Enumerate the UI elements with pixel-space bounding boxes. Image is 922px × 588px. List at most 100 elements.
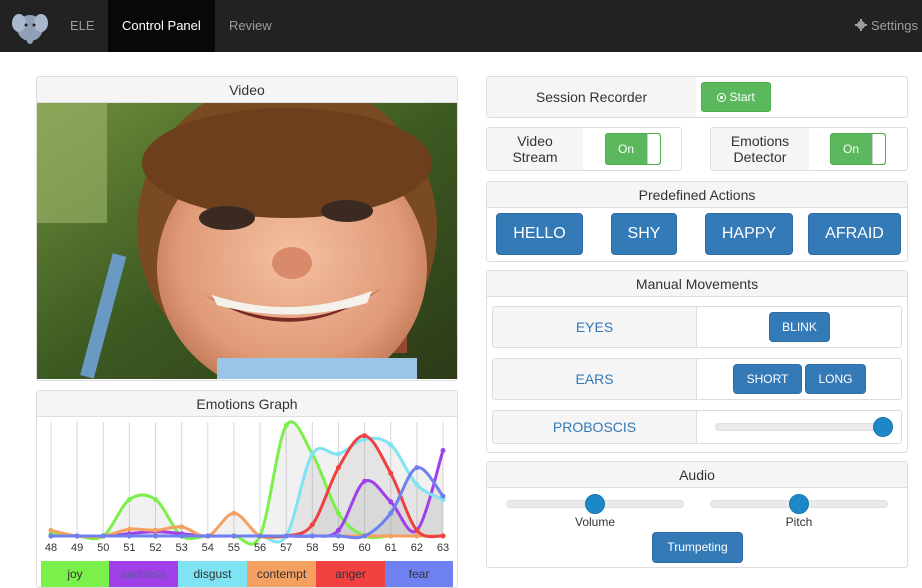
data-point-fear — [48, 533, 54, 539]
data-point-fear — [257, 533, 263, 539]
toggle-knob — [872, 134, 885, 164]
trumpeting-button[interactable]: Trumpeting — [652, 532, 743, 563]
record-icon — [717, 93, 727, 102]
x-tick-label: 49 — [71, 542, 83, 554]
audio-panel: Audio Volume Pitch Trumpeting — [486, 461, 908, 568]
action-shy-button[interactable]: SHY — [611, 213, 677, 255]
settings-label: Settings — [871, 18, 918, 33]
emotions-graph-panel: Emotions Graph 48 49 50 51 52 53 54 55 56 57 58 59 6… — [36, 390, 458, 588]
data-point-joy — [335, 510, 341, 516]
x-tick-label: 51 — [123, 542, 135, 554]
x-tick-label: 62 — [411, 542, 423, 554]
data-point-anger — [362, 433, 368, 439]
proboscis-slider-knob[interactable] — [873, 417, 893, 437]
data-point-fear — [414, 465, 420, 471]
emotions-detector-toggle-label: On — [842, 142, 859, 156]
emotions-detector-label: Emotions Detector — [711, 128, 809, 170]
ears-row: EARS SHORT LONG — [492, 358, 902, 400]
ears-short-button[interactable]: SHORT — [733, 364, 802, 394]
legend-fear: fear — [385, 561, 453, 587]
volume-slider-knob[interactable] — [585, 494, 605, 514]
data-point-fear — [388, 510, 394, 516]
action-happy-button[interactable]: HAPPY — [705, 213, 793, 255]
data-point-joy — [283, 422, 289, 428]
x-tick-label: 54 — [202, 542, 214, 554]
session-recorder-label: Session Recorder — [487, 77, 696, 117]
emotions-graph-title: Emotions Graph — [37, 391, 457, 417]
x-tick-label: 56 — [254, 542, 266, 554]
x-tick-label: 61 — [385, 542, 397, 554]
data-point-disgust — [309, 451, 315, 457]
x-tick-label: 63 — [437, 542, 449, 554]
data-point-fear — [309, 533, 315, 539]
eyes-blink-button[interactable]: BLINK — [769, 312, 830, 342]
x-tick-label: 57 — [280, 542, 292, 554]
session-recorder-row: Session Recorder Start — [486, 76, 908, 118]
proboscis-slider-track[interactable] — [715, 423, 887, 431]
data-point-disgust — [388, 442, 394, 448]
elephant-logo-icon[interactable] — [10, 6, 50, 46]
start-label: Start — [729, 90, 755, 104]
nav-ele[interactable]: ELE — [56, 0, 109, 52]
manual-movements-panel: Manual Movements EYES BLINK EARS SHORT L… — [486, 270, 908, 453]
predefined-actions-title: Predefined Actions — [487, 182, 907, 208]
x-tick-label: 50 — [97, 542, 109, 554]
video-stream-row: Video Stream On — [486, 127, 682, 171]
proboscis-row: PROBOSCIS — [492, 410, 902, 444]
video-stream-label-line1: Video — [517, 133, 553, 149]
pitch-label: Pitch — [785, 515, 813, 529]
manual-movements-title: Manual Movements — [487, 271, 907, 297]
data-point-disgust — [414, 482, 420, 488]
data-point-contempt — [231, 510, 237, 516]
data-point-joy — [153, 497, 159, 503]
x-tick-label: 52 — [149, 542, 161, 554]
x-tick-label: 55 — [228, 542, 240, 554]
emotions-detector-row: Emotions Detector On — [710, 127, 908, 171]
data-point-contempt — [48, 527, 54, 533]
pitch-slider-knob[interactable] — [789, 494, 809, 514]
data-point-fear — [231, 533, 237, 539]
data-point-sadness — [388, 499, 394, 505]
data-point-sadness — [362, 478, 368, 484]
video-stream-toggle-label: On — [617, 142, 634, 156]
nav-settings[interactable]: Settings — [855, 0, 918, 52]
data-point-fear — [126, 533, 132, 539]
x-tick-label: 48 — [45, 542, 57, 554]
data-point-fear — [283, 533, 289, 539]
emotions-legend: joy sadness disgust contempt anger fear — [41, 561, 453, 587]
data-point-contempt — [126, 526, 132, 532]
data-point-anger — [414, 527, 420, 533]
video-stream-toggle[interactable]: On — [605, 133, 661, 165]
gear-icon — [855, 0, 868, 52]
data-point-contempt — [388, 533, 394, 539]
session-start-button[interactable]: Start — [701, 82, 771, 112]
proboscis-label: PROBOSCIS — [493, 411, 697, 443]
data-point-fear — [153, 533, 159, 539]
action-hello-button[interactable]: HELLO — [496, 213, 583, 255]
action-afraid-button[interactable]: AFRAID — [808, 213, 901, 255]
x-tick-label: 53 — [176, 542, 188, 554]
nav-control-panel[interactable]: Control Panel — [108, 0, 215, 52]
data-point-contempt — [179, 524, 185, 530]
emotions-chart: 48 49 50 51 52 53 54 55 56 57 58 59 60 61 62 63 — [45, 420, 449, 554]
emotions-detector-label-line2: Detector — [733, 149, 787, 165]
data-point-fear — [100, 533, 106, 539]
emotions-detector-toggle[interactable]: On — [830, 133, 886, 165]
eyes-row: EYES BLINK — [492, 306, 902, 348]
data-point-fear — [205, 533, 211, 539]
toggle-knob — [647, 134, 660, 164]
nav-review[interactable]: Review — [215, 0, 286, 52]
data-point-fear — [74, 533, 80, 539]
data-point-anger — [440, 533, 446, 539]
data-point-fear — [362, 533, 368, 539]
video-stream-label: Video Stream — [487, 128, 583, 170]
predefined-actions-panel: Predefined Actions HELLO SHY HAPPY AFRAI… — [486, 181, 908, 262]
legend-contempt: contempt — [247, 561, 316, 587]
audio-title: Audio — [487, 462, 907, 488]
x-tick-label: 59 — [332, 542, 344, 554]
ears-long-button[interactable]: LONG — [805, 364, 866, 394]
ears-label: EARS — [493, 359, 697, 399]
x-tick-label: 58 — [306, 542, 318, 554]
video-stream-label-line2: Stream — [512, 149, 558, 165]
data-point-anger — [335, 465, 341, 471]
